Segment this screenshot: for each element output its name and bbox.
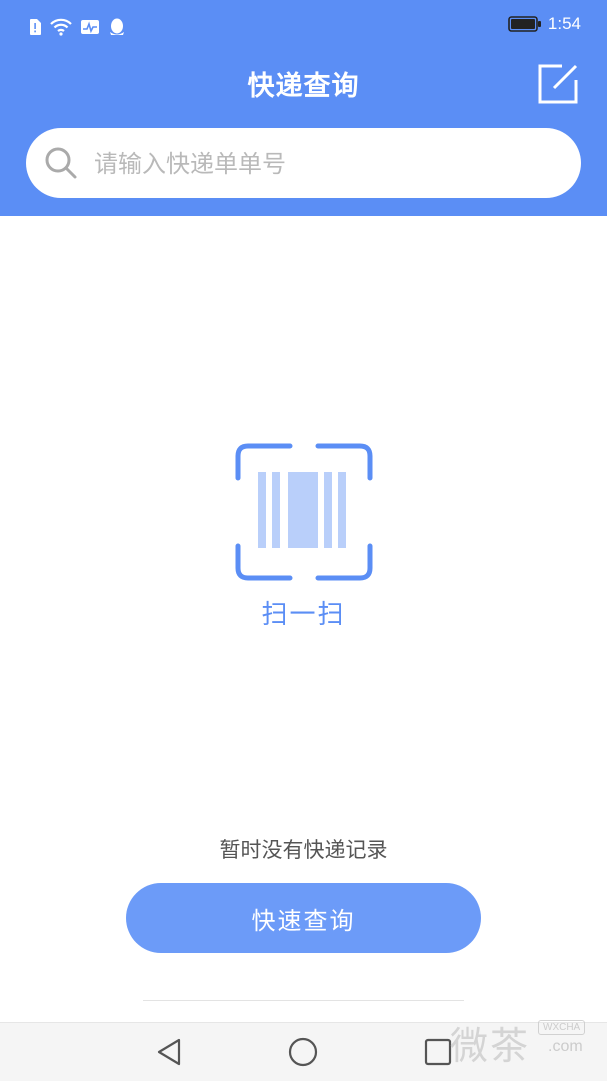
- search-bar[interactable]: [26, 128, 581, 198]
- search-icon: [45, 147, 77, 179]
- divider: [143, 1000, 464, 1001]
- watermark-tag: WXCHA: [538, 1020, 586, 1035]
- status-time: 1:54: [547, 14, 581, 33]
- page-title: 快递查询: [247, 71, 360, 102]
- status-bar: 1:54: [0, 0, 607, 54]
- barcode-scan-icon: [235, 443, 373, 581]
- status-icons: [28, 16, 126, 38]
- back-icon: [157, 1038, 181, 1066]
- edit-icon: [538, 64, 578, 104]
- back-button[interactable]: [153, 1035, 187, 1069]
- wifi-icon: [50, 18, 72, 36]
- status-right: 1:54: [508, 14, 581, 34]
- quick-query-button[interactable]: 快速查询: [126, 883, 481, 953]
- empty-state-message: 暂时没有快递记录: [219, 838, 388, 862]
- search-input[interactable]: [92, 140, 556, 188]
- scan-button[interactable]: [234, 442, 374, 582]
- qq-icon: [110, 18, 124, 35]
- watermark-text: 微茶: [450, 1024, 531, 1068]
- sim-alert-icon: [30, 19, 41, 35]
- watermark-suffix: .com: [548, 1038, 583, 1055]
- home-button[interactable]: [286, 1035, 320, 1069]
- battery-icon: [508, 16, 541, 32]
- activity-icon: [81, 20, 99, 34]
- header-bar: 1:54 快递查询: [0, 0, 607, 216]
- scan-label[interactable]: 扫一扫: [0, 594, 607, 631]
- edit-button[interactable]: [536, 62, 580, 106]
- home-icon: [288, 1037, 318, 1067]
